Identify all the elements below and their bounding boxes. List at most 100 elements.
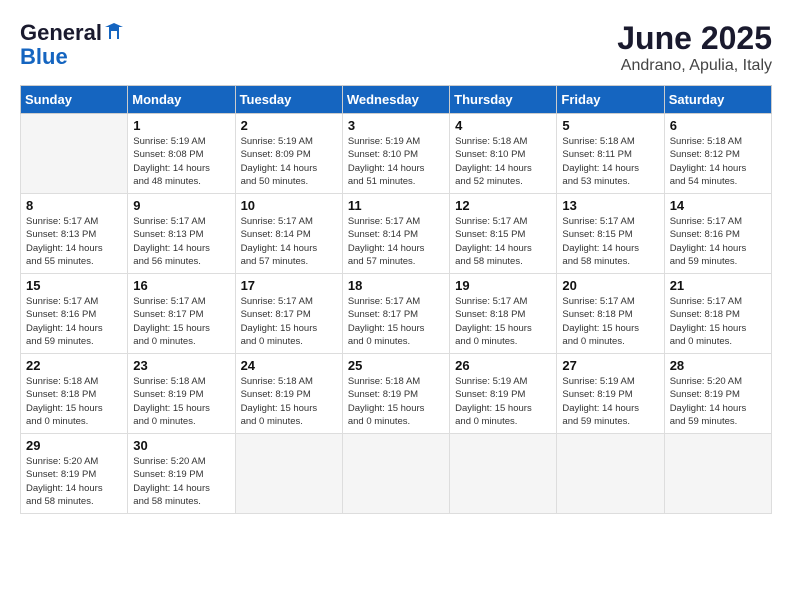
day-number: 12 [455,198,551,213]
table-row [450,434,557,514]
cell-details: Sunrise: 5:18 AM Sunset: 8:19 PM Dayligh… [241,375,337,428]
day-number: 21 [670,278,766,293]
cell-details: Sunrise: 5:18 AM Sunset: 8:10 PM Dayligh… [455,135,551,188]
day-number: 1 [133,118,229,133]
day-number: 25 [348,358,444,373]
cell-details: Sunrise: 5:20 AM Sunset: 8:19 PM Dayligh… [670,375,766,428]
cell-details: Sunrise: 5:17 AM Sunset: 8:14 PM Dayligh… [348,215,444,268]
table-row: 30 Sunrise: 5:20 AM Sunset: 8:19 PM Dayli… [128,434,235,514]
table-row [235,434,342,514]
day-number: 5 [562,118,658,133]
logo-arrow-icon [105,23,123,46]
day-number: 3 [348,118,444,133]
table-row: 4 Sunrise: 5:18 AM Sunset: 8:10 PM Daylig… [450,114,557,194]
cell-details: Sunrise: 5:19 AM Sunset: 8:08 PM Dayligh… [133,135,229,188]
table-row: 24Sunrise: 5:18 AM Sunset: 8:19 PM Dayli… [235,354,342,434]
cell-details: Sunrise: 5:19 AM Sunset: 8:19 PM Dayligh… [562,375,658,428]
day-number: 10 [241,198,337,213]
table-row [557,434,664,514]
table-row: 21Sunrise: 5:17 AM Sunset: 8:18 PM Dayli… [664,274,771,354]
table-row: 26 Sunrise: 5:19 AM Sunset: 8:19 PM Dayli… [450,354,557,434]
calendar-table: SundayMondayTuesdayWednesdayThursdayFrid… [20,85,772,514]
cell-details: Sunrise: 5:18 AM Sunset: 8:18 PM Dayligh… [26,375,122,428]
day-number: 13 [562,198,658,213]
cell-details: Sunrise: 5:17 AM Sunset: 8:17 PM Dayligh… [241,295,337,348]
table-row: 12 Sunrise: 5:17 AM Sunset: 8:15 PM Dayli… [450,194,557,274]
cell-details: Sunrise: 5:19 AM Sunset: 8:09 PM Dayligh… [241,135,337,188]
day-number: 15 [26,278,122,293]
day-number: 11 [348,198,444,213]
table-row: 23 Sunrise: 5:18 AM Sunset: 8:19 PM Dayli… [128,354,235,434]
cell-details: Sunrise: 5:18 AM Sunset: 8:11 PM Dayligh… [562,135,658,188]
weekday-header-friday: Friday [557,86,664,114]
table-row: 22 Sunrise: 5:18 AM Sunset: 8:18 PM Dayli… [21,354,128,434]
weekday-header-saturday: Saturday [664,86,771,114]
day-number: 20 [562,278,658,293]
day-number: 23 [133,358,229,373]
cell-details: Sunrise: 5:17 AM Sunset: 8:17 PM Dayligh… [348,295,444,348]
title-block: June 2025 Andrano, Apulia, Italy [617,20,772,75]
table-row: 18 Sunrise: 5:17 AM Sunset: 8:17 PM Dayli… [342,274,449,354]
cell-details: Sunrise: 5:19 AM Sunset: 8:19 PM Dayligh… [455,375,551,428]
table-row [21,114,128,194]
day-number: 27 [562,358,658,373]
table-row: 5 Sunrise: 5:18 AM Sunset: 8:11 PM Daylig… [557,114,664,194]
day-number: 14 [670,198,766,213]
day-number: 2 [241,118,337,133]
weekday-header-thursday: Thursday [450,86,557,114]
cell-details: Sunrise: 5:17 AM Sunset: 8:14 PM Dayligh… [241,215,337,268]
cell-details: Sunrise: 5:18 AM Sunset: 8:19 PM Dayligh… [348,375,444,428]
table-row: 19Sunrise: 5:17 AM Sunset: 8:18 PM Dayli… [450,274,557,354]
table-row: 9 Sunrise: 5:17 AM Sunset: 8:13 PM Daylig… [128,194,235,274]
table-row: 6Sunrise: 5:18 AM Sunset: 8:12 PM Daylig… [664,114,771,194]
day-number: 19 [455,278,551,293]
cell-details: Sunrise: 5:17 AM Sunset: 8:18 PM Dayligh… [562,295,658,348]
table-row: 1 Sunrise: 5:19 AM Sunset: 8:08 PM Daylig… [128,114,235,194]
weekday-header-sunday: Sunday [21,86,128,114]
day-number: 29 [26,438,122,453]
cell-details: Sunrise: 5:18 AM Sunset: 8:19 PM Dayligh… [133,375,229,428]
weekday-header-monday: Monday [128,86,235,114]
location-text: Andrano, Apulia, Italy [617,57,772,75]
day-number: 16 [133,278,229,293]
cell-details: Sunrise: 5:20 AM Sunset: 8:19 PM Dayligh… [133,455,229,508]
table-row: 17 Sunrise: 5:17 AM Sunset: 8:17 PM Dayli… [235,274,342,354]
cell-details: Sunrise: 5:20 AM Sunset: 8:19 PM Dayligh… [26,455,122,508]
logo-general-text: General [20,20,102,46]
day-number: 26 [455,358,551,373]
weekday-header-wednesday: Wednesday [342,86,449,114]
table-row [342,434,449,514]
page-header: General Blue June 2025 Andrano, Apulia, … [20,20,772,75]
day-number: 8 [26,198,122,213]
table-row: 14Sunrise: 5:17 AM Sunset: 8:16 PM Dayli… [664,194,771,274]
table-row: 25 Sunrise: 5:18 AM Sunset: 8:19 PM Dayli… [342,354,449,434]
cell-details: Sunrise: 5:19 AM Sunset: 8:10 PM Dayligh… [348,135,444,188]
cell-details: Sunrise: 5:17 AM Sunset: 8:17 PM Dayligh… [133,295,229,348]
table-row: 8Sunrise: 5:17 AM Sunset: 8:13 PM Daylig… [21,194,128,274]
weekday-header-tuesday: Tuesday [235,86,342,114]
table-row: 20 Sunrise: 5:17 AM Sunset: 8:18 PM Dayli… [557,274,664,354]
table-row: 29 Sunrise: 5:20 AM Sunset: 8:19 PM Dayli… [21,434,128,514]
day-number: 30 [133,438,229,453]
day-number: 28 [670,358,766,373]
table-row: 28 Sunrise: 5:20 AM Sunset: 8:19 PM Dayli… [664,354,771,434]
day-number: 9 [133,198,229,213]
day-number: 6 [670,118,766,133]
cell-details: Sunrise: 5:17 AM Sunset: 8:15 PM Dayligh… [455,215,551,268]
table-row: 27 Sunrise: 5:19 AM Sunset: 8:19 PM Dayli… [557,354,664,434]
logo-blue-text: Blue [20,46,123,68]
table-row: 15Sunrise: 5:17 AM Sunset: 8:16 PM Dayli… [21,274,128,354]
table-row: 11 Sunrise: 5:17 AM Sunset: 8:14 PM Dayli… [342,194,449,274]
logo: General Blue [20,20,123,68]
table-row: 13 Sunrise: 5:17 AM Sunset: 8:15 PM Dayli… [557,194,664,274]
cell-details: Sunrise: 5:17 AM Sunset: 8:15 PM Dayligh… [562,215,658,268]
table-row: 3 Sunrise: 5:19 AM Sunset: 8:10 PM Daylig… [342,114,449,194]
day-number: 17 [241,278,337,293]
day-number: 18 [348,278,444,293]
table-row: 16 Sunrise: 5:17 AM Sunset: 8:17 PM Dayli… [128,274,235,354]
month-title: June 2025 [617,20,772,57]
table-row: 10 Sunrise: 5:17 AM Sunset: 8:14 PM Dayli… [235,194,342,274]
cell-details: Sunrise: 5:17 AM Sunset: 8:13 PM Dayligh… [133,215,229,268]
day-number: 4 [455,118,551,133]
day-number: 22 [26,358,122,373]
